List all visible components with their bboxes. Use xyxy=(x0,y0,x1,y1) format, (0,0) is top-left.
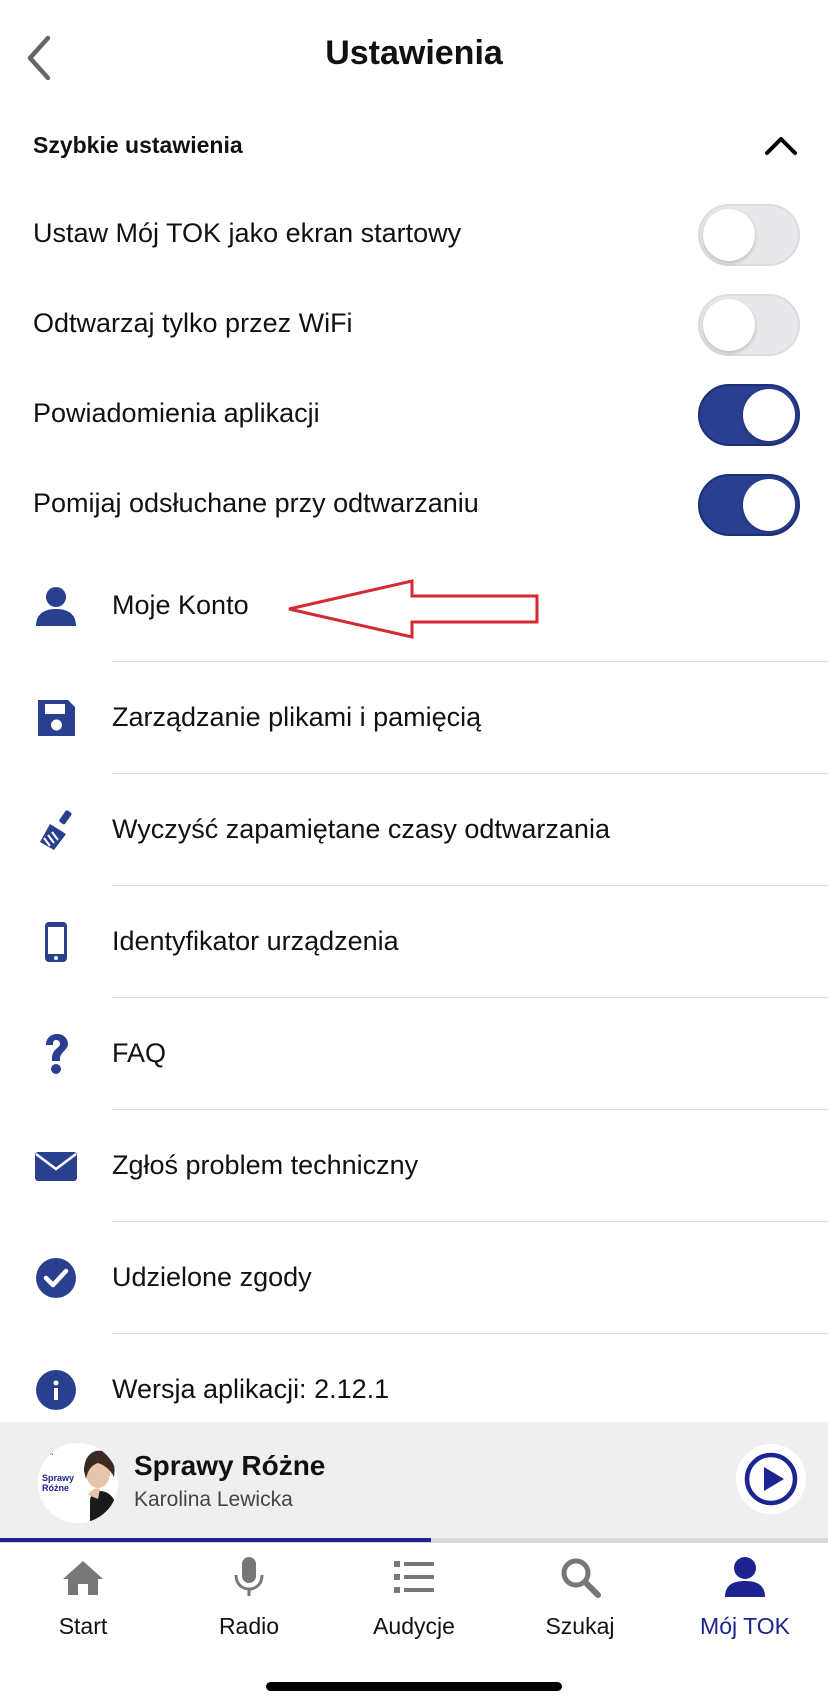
header: Ustawienia xyxy=(0,0,828,112)
question-mark-icon xyxy=(46,1034,68,1074)
toggle-label: Ustaw Mój TOK jako ekran startowy xyxy=(33,218,462,248)
menu-item-label: Wyczyść zapamiętane czasy odtwarzania xyxy=(112,814,610,844)
menu-item-consents[interactable]: Udzielone zgody xyxy=(0,1222,828,1334)
home-indicator xyxy=(266,1682,562,1691)
player-subtitle: Karolina Lewicka xyxy=(134,1488,293,1511)
tab-label: Radio xyxy=(218,1613,280,1639)
menu-item-label: FAQ xyxy=(112,1038,167,1068)
toggle-knob xyxy=(703,209,755,261)
page-title: Ustawienia xyxy=(325,34,503,72)
menu-item-label: Wersja aplikacji: 2.12.1 xyxy=(112,1374,390,1404)
tab-label: Szukaj xyxy=(545,1613,615,1639)
toggle-label: Pomijaj odsłuchane przy odtwarzaniu xyxy=(33,488,479,518)
toggle-row-notifications: Powiadomienia aplikacji xyxy=(0,370,828,460)
play-button[interactable] xyxy=(736,1444,806,1514)
toggle-knob xyxy=(703,299,755,351)
menu-item-label: Identyfikator urządzenia xyxy=(112,926,399,956)
user-icon xyxy=(725,1557,765,1597)
user-icon xyxy=(36,587,76,626)
toggle-knob xyxy=(743,389,795,441)
menu-item-faq[interactable]: FAQ xyxy=(0,998,828,1110)
home-icon xyxy=(63,1561,103,1595)
toggle-knob xyxy=(743,479,795,531)
check-circle-icon xyxy=(36,1258,76,1298)
menu-item-label: Moje Konto xyxy=(112,590,249,620)
skip-played-toggle[interactable] xyxy=(698,474,800,536)
toggle-row-skip-played: Pomijaj odsłuchane przy odtwarzaniu xyxy=(0,460,828,550)
toggle-label: Odtwarzaj tylko przez WiFi xyxy=(33,308,353,338)
tab-audycje[interactable]: Audycje xyxy=(331,1543,497,1663)
menu-item-label: Udzielone zgody xyxy=(112,1262,312,1292)
tab-moj-tok[interactable]: Mój TOK xyxy=(662,1543,828,1663)
menu-item-file-management[interactable]: Zarządzanie plikami i pamięcią xyxy=(0,662,828,774)
tab-label: Mój TOK xyxy=(700,1613,790,1639)
list-icon xyxy=(394,1561,434,1593)
wifi-only-toggle[interactable] xyxy=(698,294,800,356)
play-circle-icon xyxy=(744,1452,798,1506)
collapse-button[interactable] xyxy=(762,126,800,164)
annotation-arrow-icon xyxy=(288,579,539,639)
podcast-cover: tok Sprawy Różne xyxy=(38,1443,118,1523)
menu-item-label: Zarządzanie plikami i pamięcią xyxy=(112,702,482,732)
toggle-row-wifi-only: Odtwarzaj tylko przez WiFi xyxy=(0,280,828,370)
settings-screen: Ustawienia Szybkie ustawienia Ustaw Mój … xyxy=(0,0,828,1708)
section-title: Szybkie ustawienia xyxy=(33,132,243,158)
player-title: Sprawy Różne xyxy=(134,1450,326,1481)
tab-bar: Start Radio Audycje Szukaj Mój TOK xyxy=(0,1542,828,1662)
tab-label: Audycje xyxy=(373,1613,455,1639)
menu-item-clear-playback-times[interactable]: Wyczyść zapamiętane czasy odtwarzania xyxy=(0,774,828,886)
tab-radio[interactable]: Radio xyxy=(166,1543,332,1663)
envelope-icon xyxy=(35,1152,77,1181)
tab-szukaj[interactable]: Szukaj xyxy=(497,1543,663,1663)
menu-item-report-problem[interactable]: Zgłoś problem techniczny xyxy=(0,1110,828,1222)
tab-label: Start xyxy=(58,1613,108,1639)
chevron-up-icon xyxy=(765,137,797,155)
quick-settings-header[interactable]: Szybkie ustawienia xyxy=(0,118,828,174)
brush-icon xyxy=(40,810,72,850)
toggle-label: Powiadomienia aplikacji xyxy=(33,398,320,428)
notifications-toggle[interactable] xyxy=(698,384,800,446)
start-screen-toggle[interactable] xyxy=(698,204,800,266)
menu-item-device-id[interactable]: Identyfikator urządzenia xyxy=(0,886,828,998)
mobile-phone-icon xyxy=(45,922,67,962)
floppy-disk-icon xyxy=(38,700,75,736)
info-circle-icon xyxy=(36,1370,76,1410)
mini-player[interactable]: tok Sprawy Różne Sprawy Różne Karolina L… xyxy=(0,1422,828,1538)
svg-text:tok: tok xyxy=(44,1450,54,1457)
search-icon xyxy=(561,1558,601,1598)
cover-text: Sprawy Różne xyxy=(42,1473,75,1493)
tab-start[interactable]: Start xyxy=(0,1543,166,1663)
menu-item-label: Zgłoś problem techniczny xyxy=(112,1150,419,1180)
microphone-icon xyxy=(234,1557,264,1596)
toggle-row-start-screen: Ustaw Mój TOK jako ekran startowy xyxy=(0,190,828,280)
